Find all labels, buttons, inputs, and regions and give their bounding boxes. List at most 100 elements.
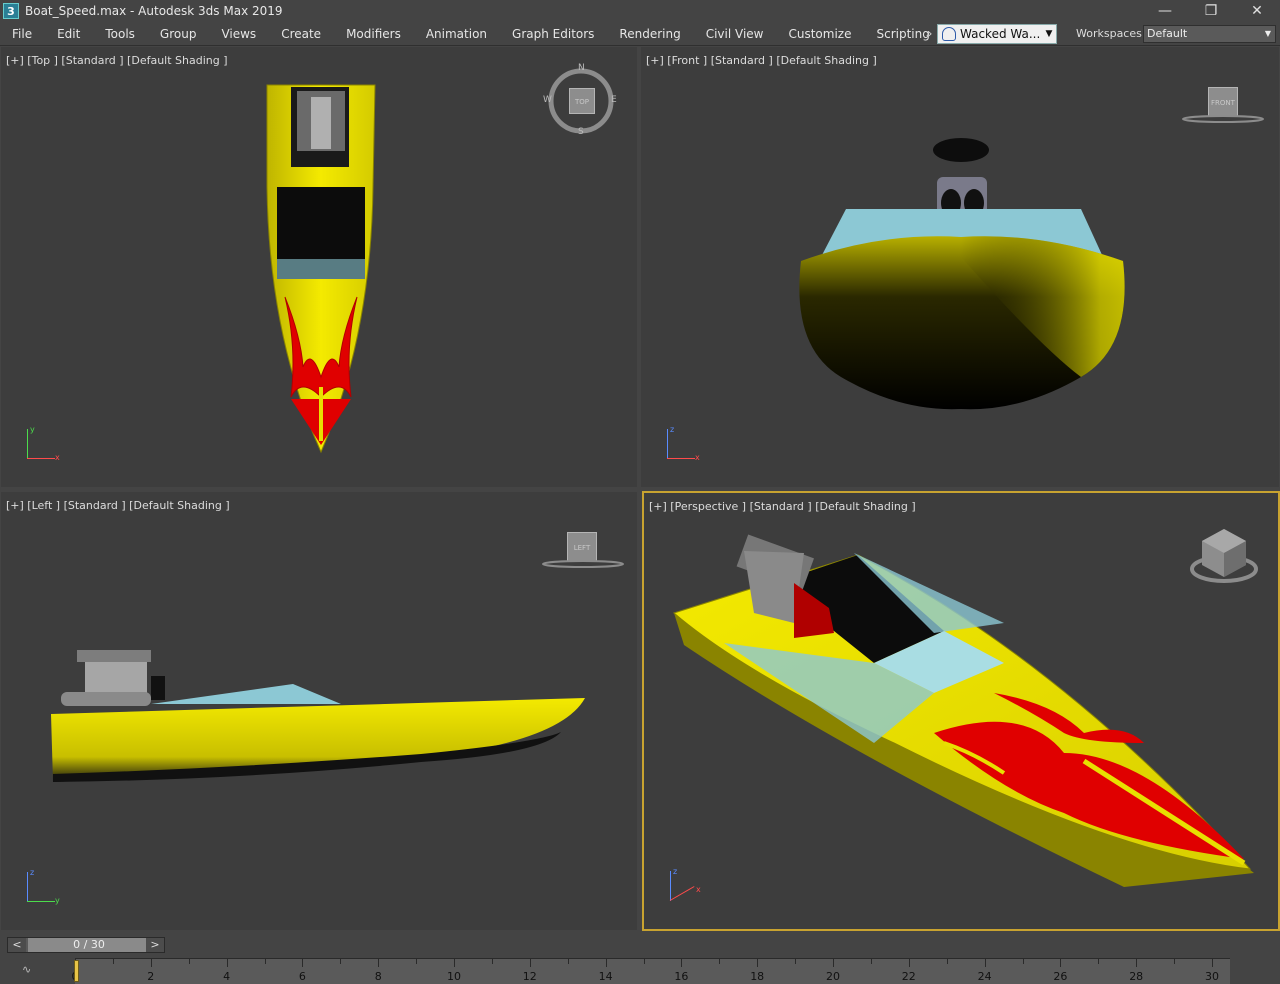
timeline-tick bbox=[870, 959, 872, 964]
axis-x-label: x bbox=[55, 453, 60, 462]
axis-y-label: y bbox=[30, 425, 35, 434]
viewcube-compass[interactable]: TOP N S E W bbox=[543, 63, 617, 137]
timeline-tick-label: 22 bbox=[901, 970, 916, 983]
axis-gizmo: z x bbox=[666, 867, 706, 905]
timeline-tick bbox=[302, 959, 304, 967]
timeline-track[interactable]: 024681012141618202224262830 bbox=[72, 958, 1230, 984]
axis-gizmo: y x bbox=[23, 425, 63, 463]
next-frame-button[interactable]: > bbox=[146, 938, 164, 952]
menu-customize[interactable]: Customize bbox=[776, 22, 864, 46]
time-slider-bar: < 0 / 30 > bbox=[0, 932, 1280, 958]
menu-bar: File Edit Tools Group Views Create Modif… bbox=[0, 22, 1280, 46]
viewport-label-top[interactable]: [+] [Top ] [Standard ] [Default Shading … bbox=[6, 54, 228, 67]
timeline-tick bbox=[416, 959, 418, 964]
timeline-tick bbox=[454, 959, 455, 967]
frame-indicator[interactable] bbox=[74, 960, 79, 982]
window-title: Boat_Speed.max - Autodesk 3ds Max 2019 bbox=[25, 4, 283, 18]
user-icon bbox=[942, 27, 956, 41]
axis-y-line bbox=[27, 901, 55, 902]
viewport-left[interactable]: [+] [Left ] [Standard ] [Default Shading… bbox=[1, 492, 637, 930]
boat-perspective-view bbox=[672, 534, 1254, 887]
viewcube-perspective[interactable] bbox=[1188, 521, 1258, 587]
viewport-top[interactable]: [+] [Top ] [Standard ] [Default Shading … bbox=[1, 47, 637, 487]
menu-tools[interactable]: Tools bbox=[93, 22, 148, 46]
workspace-select[interactable]: Default ▼ bbox=[1143, 25, 1276, 43]
user-account-dropdown[interactable]: Wacked Wa... ▼ bbox=[937, 24, 1057, 44]
timeline-tick bbox=[1136, 959, 1138, 967]
axis-x-label: x bbox=[695, 453, 700, 462]
axis-z-line bbox=[27, 872, 28, 902]
timeline-tick bbox=[226, 959, 228, 967]
timeline-tick bbox=[491, 959, 493, 964]
boat-top-view bbox=[266, 84, 376, 454]
mini-curve-editor-button[interactable]: ∿ bbox=[22, 963, 40, 979]
menu-overflow-button[interactable]: » bbox=[922, 22, 936, 46]
timeline-tick bbox=[340, 959, 342, 964]
axis-x-line bbox=[27, 458, 55, 459]
timeline-tick-label: 12 bbox=[522, 970, 537, 983]
app-icon[interactable]: 3 bbox=[3, 3, 19, 19]
viewport-label-front[interactable]: [+] [Front ] [Standard ] [Default Shadin… bbox=[646, 54, 877, 67]
timeline-tick-label: 16 bbox=[674, 970, 689, 983]
menu-modifiers[interactable]: Modifiers bbox=[334, 22, 414, 46]
timeline-tick-label: 6 bbox=[298, 970, 306, 983]
timeline-tick bbox=[188, 959, 190, 964]
viewport-label-perspective[interactable]: [+] [Perspective ] [Standard ] [Default … bbox=[649, 500, 916, 513]
axis-y-line bbox=[27, 429, 28, 459]
timeline-tick-label: 4 bbox=[223, 970, 231, 983]
window-controls: — ❐ ✕ bbox=[1142, 0, 1280, 22]
track-bar-end bbox=[1230, 958, 1280, 984]
timeline-tick bbox=[984, 959, 986, 967]
timeline-tick-label: 30 bbox=[1205, 970, 1219, 983]
workspaces-label: Workspaces: bbox=[1076, 27, 1146, 40]
restore-button[interactable]: ❐ bbox=[1188, 0, 1234, 22]
axis-z-label: z bbox=[670, 425, 675, 434]
menu-graph-editors[interactable]: Graph Editors bbox=[500, 22, 607, 46]
timeline-tick bbox=[1174, 959, 1176, 964]
menu-views[interactable]: Views bbox=[209, 22, 269, 46]
viewport-perspective[interactable]: [+] [Perspective ] [Standard ] [Default … bbox=[642, 491, 1280, 931]
axis-gizmo: z y bbox=[23, 868, 63, 906]
user-name: Wacked Wa... bbox=[960, 27, 1041, 41]
close-button[interactable]: ✕ bbox=[1234, 0, 1280, 22]
chevron-down-icon: ▼ bbox=[1264, 29, 1271, 38]
viewport-label-left[interactable]: [+] [Left ] [Standard ] [Default Shading… bbox=[6, 499, 230, 512]
timeline-tick bbox=[795, 959, 797, 964]
prev-frame-button[interactable]: < bbox=[8, 938, 26, 952]
timeline-tick-label: 18 bbox=[750, 970, 765, 983]
timeline-tick bbox=[264, 959, 266, 964]
minimize-button[interactable]: — bbox=[1142, 0, 1188, 22]
menu-group[interactable]: Group bbox=[148, 22, 210, 46]
timeline-tick-label: 24 bbox=[977, 970, 992, 983]
menu-edit[interactable]: Edit bbox=[45, 22, 93, 46]
timeline-tick bbox=[1060, 959, 1062, 967]
timeline-tick bbox=[112, 959, 114, 964]
timeline-tick bbox=[719, 959, 721, 964]
menu-civil-view[interactable]: Civil View bbox=[694, 22, 777, 46]
axis-x-label: x bbox=[696, 885, 701, 894]
cube-face-top[interactable]: TOP bbox=[569, 88, 595, 114]
viewport-front[interactable]: [+] [Front ] [Standard ] [Default Shadin… bbox=[641, 47, 1279, 487]
timeline-tick bbox=[681, 959, 683, 967]
timeline-tick-label: 8 bbox=[374, 970, 382, 983]
axis-z-line bbox=[670, 871, 671, 901]
compass-e: E bbox=[611, 95, 617, 105]
timeline-tick bbox=[529, 959, 531, 967]
viewcube-icon bbox=[1190, 529, 1258, 583]
time-slider[interactable]: < 0 / 30 > bbox=[7, 937, 165, 953]
chevron-down-icon: ▼ bbox=[1045, 29, 1053, 39]
timeline-tick bbox=[908, 959, 910, 967]
menu-rendering[interactable]: Rendering bbox=[607, 22, 693, 46]
menu-file[interactable]: File bbox=[0, 22, 45, 46]
timeline-tick-label: 10 bbox=[447, 970, 461, 983]
time-slider-thumb[interactable]: 0 / 30 bbox=[28, 938, 150, 952]
menu-create[interactable]: Create bbox=[269, 22, 334, 46]
timeline-tick-label: 14 bbox=[598, 970, 613, 983]
timeline-tick bbox=[946, 959, 948, 964]
menu-animation[interactable]: Animation bbox=[414, 22, 500, 46]
timeline-tick bbox=[378, 959, 380, 967]
viewcube-front[interactable]: FRONT bbox=[1181, 85, 1265, 125]
viewcube-left[interactable]: LEFT bbox=[541, 530, 625, 570]
timeline-tick bbox=[643, 959, 645, 964]
axis-z-line bbox=[667, 429, 668, 459]
